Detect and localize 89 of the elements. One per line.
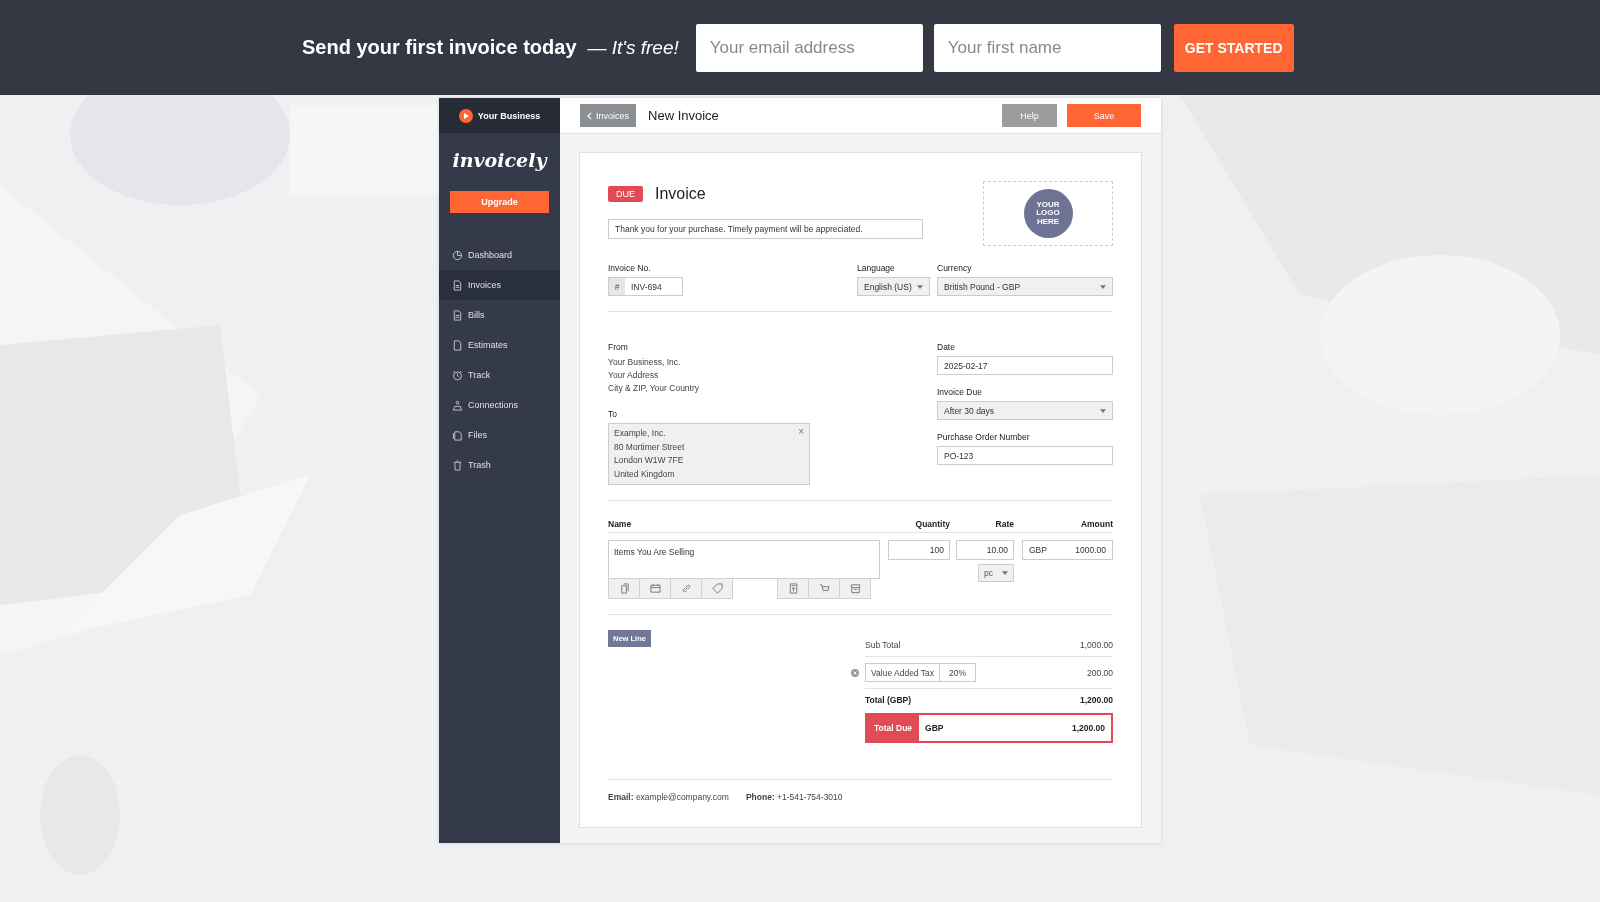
note-field[interactable]: Thank you for your purchase. Timely payment will be appreciated. — [608, 219, 923, 239]
status-badge: DUE — [608, 186, 643, 202]
subtotal-value: 1,000.00 — [1079, 640, 1113, 650]
total-due-label: Total Due — [867, 715, 920, 741]
logo-upload-area[interactable]: YOUR LOGO HERE — [983, 181, 1113, 246]
field-label: Invoice No. — [608, 263, 652, 273]
amount-field[interactable]: GBP 1000.00 — [1022, 540, 1113, 560]
tax-name-field[interactable]: Value Added Tax — [866, 664, 940, 681]
sidebar-item[interactable]: Trash — [439, 450, 560, 480]
page-title: New Invoice — [648, 108, 719, 123]
link-button[interactable] — [670, 578, 702, 599]
document-icon — [452, 309, 463, 321]
field-label: From — [608, 342, 629, 352]
invoice-number-field[interactable]: # INV-694 — [608, 277, 683, 296]
promo-headline: Send your first invoice today — [302, 36, 577, 59]
logo-placeholder: YOUR LOGO HERE — [1023, 189, 1073, 238]
caret-icon — [1002, 571, 1008, 575]
trash-icon — [452, 459, 463, 471]
chevron-left-icon — [587, 111, 592, 120]
sidebar-item[interactable]: Estimates — [439, 330, 560, 360]
unit-dropdown[interactable]: pc — [978, 564, 1014, 582]
sidebar-item[interactable]: Dashboard — [439, 240, 560, 270]
subtotal-label: Sub Total — [865, 640, 901, 650]
total-label: Total (GBP) — [865, 695, 912, 705]
brand-logo: invoicely — [452, 149, 547, 171]
column-header: Amount — [1079, 519, 1113, 529]
currency-dropdown[interactable]: British Pound - GBP — [937, 277, 1113, 296]
contact-info: Email: example@company.com — [608, 792, 729, 802]
calendar-button[interactable] — [639, 578, 671, 599]
total-value: 1,200.00 — [1079, 695, 1113, 705]
sidebar-item[interactable]: Invoices — [439, 270, 560, 300]
caret-icon — [1100, 284, 1106, 289]
link-icon — [680, 583, 692, 594]
sender-address-line: Your Address — [608, 369, 660, 382]
field-label: To — [608, 409, 618, 419]
first-name-field[interactable]: Your first name — [933, 23, 1161, 72]
calendar-icon — [649, 583, 661, 594]
remove-icon[interactable] — [851, 668, 859, 677]
column-header: Name — [608, 519, 633, 529]
promo-tagline: — It's free! — [587, 36, 679, 59]
field-label: Language — [857, 263, 896, 273]
copy-icon — [618, 583, 630, 594]
total-due-value: 1,200.00 — [1071, 723, 1105, 733]
language-dropdown[interactable]: English (US) — [857, 277, 930, 296]
po-number-field[interactable]: PO-123 — [937, 446, 1113, 465]
sender-address-line: Your Business, Inc. — [608, 356, 682, 369]
field-label: Currency — [937, 263, 973, 273]
caret-icon — [917, 284, 923, 289]
sender-address-line: City & ZIP, Your Country — [608, 382, 701, 395]
play-logo-icon — [458, 108, 473, 123]
column-header: Rate — [994, 519, 1014, 529]
business-switcher[interactable]: Your Business — [439, 98, 560, 133]
tag-button[interactable] — [701, 578, 733, 599]
invoice-due-dropdown[interactable]: After 30 days — [937, 401, 1113, 420]
cart-button[interactable] — [808, 578, 840, 599]
item-name-field[interactable]: Items You Are Selling — [608, 540, 880, 579]
sidebar-item[interactable]: Bills — [439, 300, 560, 330]
pie-chart-icon — [452, 249, 463, 261]
tax-rate-field[interactable]: 20% — [940, 667, 976, 678]
archive-icon — [849, 583, 861, 594]
rate-field[interactable]: 10.00 — [956, 540, 1014, 560]
contact-info: Phone: +1-541-754-3010 — [745, 792, 843, 802]
receipt-button[interactable] — [777, 578, 809, 599]
invoice-title: Invoice — [655, 185, 706, 203]
tag-icon — [711, 583, 723, 594]
field-label: Purchase Order Number — [937, 432, 1031, 442]
total-due-currency: GBP — [925, 723, 944, 733]
files-icon — [452, 429, 463, 441]
recipient-address-field[interactable]: Example, Inc. 80 Mortimer Street London W1W 7FE United Kingdom × — [608, 423, 810, 485]
quantity-field[interactable]: 100 — [888, 540, 950, 560]
sidebar-item[interactable]: Files — [439, 420, 560, 450]
field-label: Date — [937, 342, 956, 352]
receipt-icon — [787, 583, 799, 594]
date-field[interactable]: 2025-02-17 — [937, 356, 1113, 375]
copy-button[interactable] — [608, 578, 640, 599]
archive-button[interactable] — [839, 578, 871, 599]
sidebar-item[interactable]: Connections — [439, 390, 560, 420]
page-icon — [452, 339, 463, 351]
field-label: Invoice Due — [937, 387, 983, 397]
tax-amount: 200.00 — [1087, 667, 1113, 678]
business-name: Your Business — [477, 110, 541, 121]
clear-button[interactable]: × — [798, 426, 804, 437]
email-field[interactable]: Your email address — [695, 23, 923, 72]
column-header: Quantity — [914, 519, 950, 529]
document-icon — [452, 279, 463, 291]
cart-icon — [818, 583, 830, 594]
clock-icon — [452, 369, 463, 381]
sidebar-item[interactable]: Track — [439, 360, 560, 390]
caret-icon — [1100, 408, 1106, 413]
